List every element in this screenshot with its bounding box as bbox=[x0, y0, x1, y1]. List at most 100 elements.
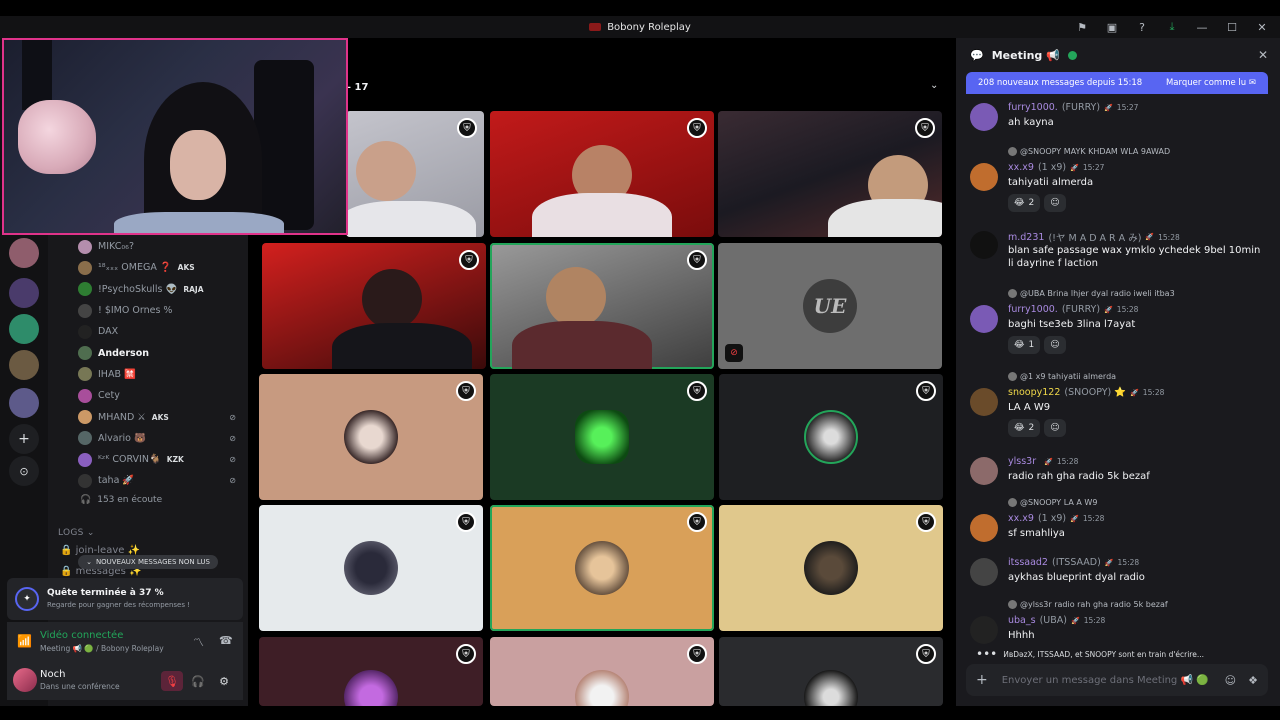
noise-suppression-icon[interactable]: 〽 bbox=[193, 634, 204, 650]
message-username[interactable]: uba_s bbox=[1008, 615, 1036, 626]
server-icon[interactable] bbox=[9, 314, 39, 344]
chevron-down-icon[interactable]: ⌄ bbox=[930, 80, 938, 91]
listeners-count[interactable]: 🎧 153 en écoute bbox=[80, 495, 162, 505]
avatar[interactable] bbox=[970, 103, 998, 131]
video-tile-speaking[interactable]: ⛨ bbox=[490, 243, 714, 369]
voice-member[interactable]: ! $IMO Ornes % bbox=[78, 300, 248, 321]
message-username[interactable]: itssaad2 bbox=[1008, 557, 1048, 568]
voice-member[interactable]: MHAND ⚔ AKS ⊘ bbox=[78, 406, 248, 427]
reply-reference[interactable]: @ylss3r radio rah gha radio 5k bezaf bbox=[1008, 600, 1168, 609]
message-username[interactable]: snoopy122 bbox=[1008, 387, 1060, 398]
settings-gear-icon[interactable]: ⚙ bbox=[213, 671, 235, 691]
voice-member[interactable]: DAX bbox=[78, 321, 248, 342]
voice-member[interactable]: IHAB 🈲 bbox=[78, 364, 248, 385]
voice-member[interactable]: Anderson bbox=[78, 342, 248, 363]
inbox-icon[interactable]: ▣ bbox=[1104, 19, 1120, 35]
voice-member[interactable]: !PsychoSkulls 👽 RAJA bbox=[78, 279, 248, 300]
server-icon[interactable] bbox=[9, 278, 39, 308]
add-reaction-icon[interactable]: ☺ bbox=[1044, 419, 1066, 437]
mark-as-read-button[interactable]: Marquer comme lu ✉ bbox=[1166, 78, 1256, 88]
video-tile[interactable]: ⛨ bbox=[718, 111, 942, 237]
voice-member[interactable]: Cety bbox=[78, 385, 248, 406]
video-tile[interactable]: ⛨ bbox=[719, 505, 943, 631]
video-tile[interactable]: UE ⊘ bbox=[718, 243, 942, 369]
minimize-icon[interactable]: — bbox=[1194, 19, 1210, 35]
video-tile[interactable]: ⛨ bbox=[259, 637, 483, 706]
add-attachment-icon[interactable]: + bbox=[976, 672, 988, 688]
reply-avatar bbox=[1008, 289, 1017, 298]
close-icon[interactable]: ✕ bbox=[1258, 48, 1268, 62]
avatar[interactable] bbox=[13, 668, 37, 692]
add-reaction-icon[interactable]: ☺ bbox=[1044, 336, 1066, 354]
video-tile[interactable]: ⛨ bbox=[490, 111, 714, 237]
close-window-icon[interactable]: ✕ bbox=[1254, 19, 1270, 35]
flag-icon[interactable]: ⚑ bbox=[1074, 19, 1090, 35]
emoji-icon[interactable]: ☺ bbox=[1225, 674, 1236, 687]
unread-messages-pill[interactable]: ⌄ NOUVEAUX MESSAGES NON LUS bbox=[78, 555, 218, 569]
reaction-button[interactable]: 😂 2 bbox=[1008, 194, 1041, 212]
avatar[interactable] bbox=[970, 457, 998, 485]
reply-reference[interactable]: @SNOOPY MAYK KHDAM WLA 9AWAD bbox=[1008, 147, 1170, 156]
add-reaction-icon[interactable]: ☺ bbox=[1044, 194, 1066, 212]
reaction-button[interactable]: 😂 2 bbox=[1008, 419, 1041, 437]
username[interactable]: Noch bbox=[40, 669, 65, 680]
reaction-button[interactable]: 😂 1 bbox=[1008, 336, 1041, 354]
avatar[interactable] bbox=[970, 305, 998, 333]
disconnect-icon[interactable]: ☎ bbox=[219, 634, 233, 647]
message-username[interactable]: xx.x9 bbox=[1008, 513, 1034, 524]
member-name: Anderson bbox=[98, 347, 149, 359]
video-tile[interactable]: ⛨ bbox=[490, 374, 714, 500]
video-tile[interactable]: ⛨ bbox=[719, 637, 943, 706]
voice-member[interactable]: ¹⁸ₓₓₓ OMEGA ❓ AKS bbox=[78, 257, 248, 278]
apps-icon[interactable]: ❖ bbox=[1248, 674, 1258, 687]
message-text: blan safe passage wax ymklo ychedek 9bel… bbox=[1008, 245, 1261, 269]
video-tile[interactable]: ⛨ bbox=[262, 243, 486, 369]
server-icon[interactable] bbox=[9, 388, 39, 418]
message-username[interactable]: ylss3r bbox=[1008, 456, 1036, 467]
avatar[interactable] bbox=[970, 388, 998, 416]
add-server-icon[interactable]: + bbox=[9, 424, 39, 454]
new-messages-banner[interactable]: 208 nouveaux messages depuis 15:18 Marqu… bbox=[966, 72, 1268, 94]
voice-member[interactable]: ᴷᶻᴷ CORVIN🐐 KZK ⊘ bbox=[78, 449, 248, 470]
mute-mic-icon[interactable]: 🎙 bbox=[161, 671, 183, 691]
message-header: ylss3r 🚀 15:28 bbox=[1008, 456, 1078, 467]
voice-member[interactable]: MIKC₀₆? bbox=[78, 236, 248, 257]
server-icon[interactable] bbox=[9, 350, 39, 380]
voice-member-list: MIKC₀₆? ¹⁸ₓₓₓ OMEGA ❓ AKS !PsychoSkulls 👽 RA… bbox=[78, 236, 248, 492]
download-icon[interactable]: ⤓ bbox=[1164, 19, 1180, 35]
avatar[interactable] bbox=[970, 514, 998, 542]
message-input[interactable]: Envoyer un message dans Meeting 📢 🟢 bbox=[1002, 675, 1209, 686]
message-username[interactable]: xx.x9 bbox=[1008, 162, 1034, 173]
quest-panel[interactable]: ✦ Quête terminée à 37 % Regarde pour gag… bbox=[7, 578, 243, 620]
role-icon: 🚀 bbox=[1070, 616, 1080, 625]
video-tile[interactable]: ⛨ bbox=[259, 505, 483, 631]
voice-status[interactable]: Vidéo connectée bbox=[40, 630, 123, 641]
shield-icon: ⛨ bbox=[456, 512, 476, 532]
message-composer[interactable]: + Envoyer un message dans Meeting 📢 🟢 ☺ … bbox=[966, 664, 1268, 696]
avatar[interactable] bbox=[970, 163, 998, 191]
message-username[interactable]: furry1000. bbox=[1008, 304, 1058, 315]
message-username[interactable]: furry1000. bbox=[1008, 102, 1058, 113]
reply-reference[interactable]: @SNOOPY LA A W9 bbox=[1008, 498, 1097, 507]
headphones-icon[interactable]: 🎧 bbox=[187, 671, 209, 691]
video-tile[interactable]: ⛨ bbox=[490, 637, 714, 706]
message-text: aykhas blueprint dyal radio bbox=[1008, 572, 1145, 583]
message-username[interactable]: m.d231 bbox=[1008, 232, 1044, 243]
video-tile[interactable]: ⛨ bbox=[346, 111, 484, 237]
avatar[interactable] bbox=[970, 231, 998, 259]
maximize-icon[interactable]: ☐ bbox=[1224, 19, 1240, 35]
video-tile-speaking[interactable]: ⛨ bbox=[490, 505, 714, 631]
video-tile[interactable]: ⛨ bbox=[259, 374, 483, 500]
video-tile[interactable]: ⛨ bbox=[719, 374, 943, 500]
voice-channel[interactable]: Meeting 📢 🟢 / Bobony Roleplay bbox=[40, 644, 164, 653]
avatar[interactable] bbox=[970, 558, 998, 586]
reply-reference[interactable]: @UBA Brina lhjer dyal radio iweli itba3 bbox=[1008, 289, 1175, 298]
voice-member[interactable]: taha 🚀 ⊘ bbox=[78, 470, 248, 491]
reply-reference[interactable]: @1 x9 tahiyatii almerda bbox=[1008, 372, 1116, 381]
category-logs[interactable]: LOGS ⌄ bbox=[58, 528, 95, 538]
avatar[interactable] bbox=[970, 616, 998, 644]
help-icon[interactable]: ? bbox=[1134, 19, 1150, 35]
discover-icon[interactable]: ⊙ bbox=[9, 456, 39, 486]
server-icon[interactable] bbox=[9, 238, 39, 268]
voice-member[interactable]: Alvario 🐻 ⊘ bbox=[78, 428, 248, 449]
